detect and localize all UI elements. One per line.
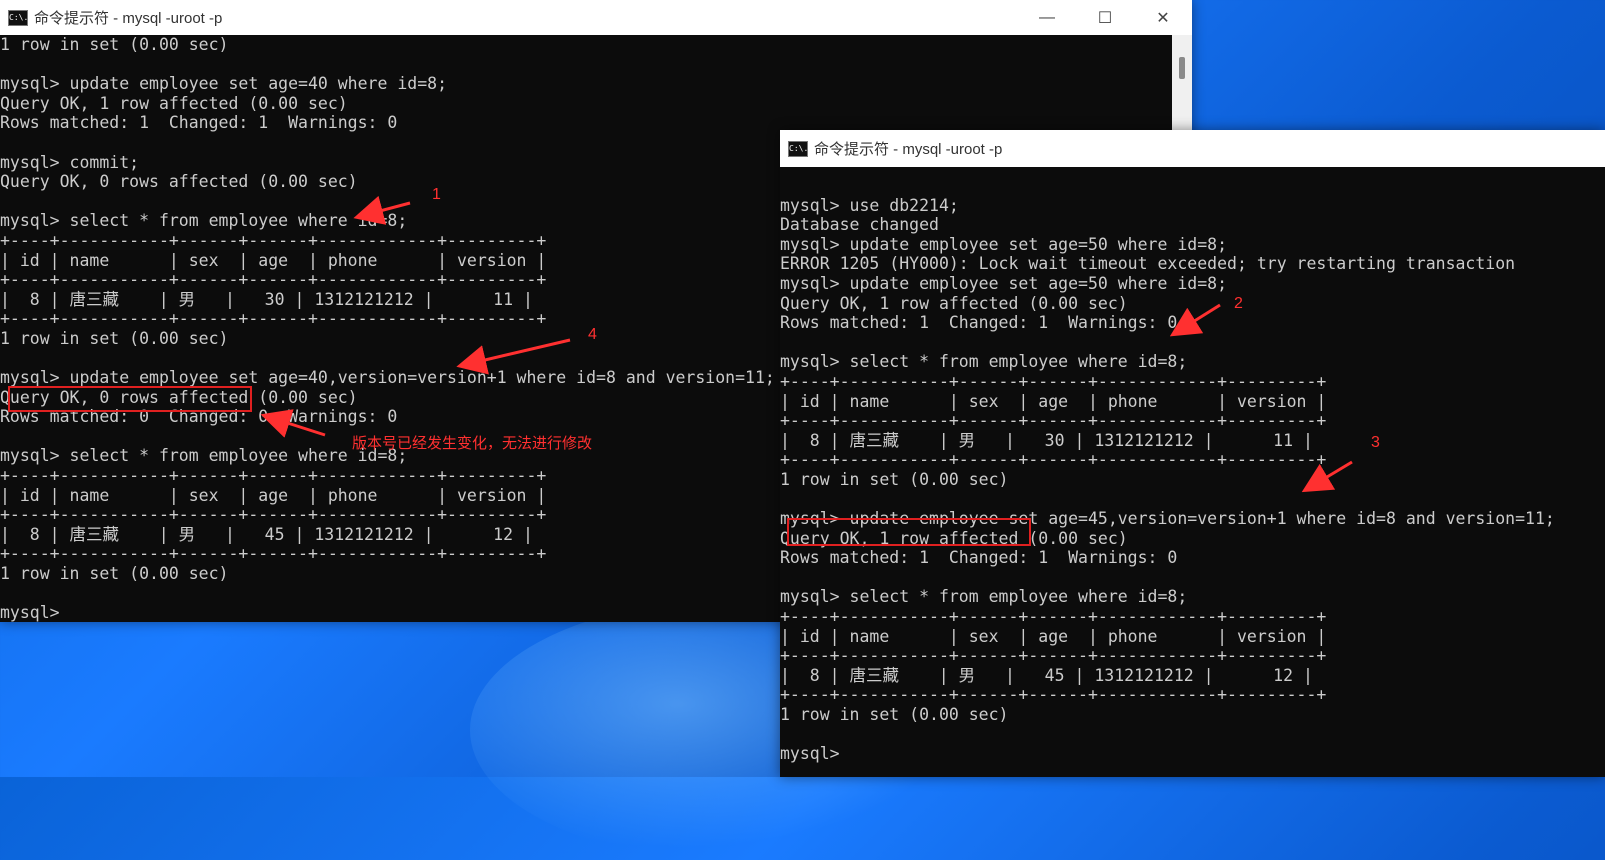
window-controls: — ☐ ✕ — [1018, 0, 1192, 35]
title-bar[interactable]: C:\. 命令提示符 - mysql -uroot -p — [780, 130, 1605, 167]
annotation-4: 4 — [588, 326, 597, 343]
close-button[interactable]: ✕ — [1134, 0, 1192, 35]
terminal-line: Rows matched: 1 Changed: 1 Warnings: 0 — [780, 548, 1178, 568]
terminal-line: 1 row in set (0.00 sec) — [0, 35, 229, 54]
annotation-1: 1 — [432, 186, 441, 203]
maximize-button[interactable]: ☐ — [1076, 0, 1134, 35]
terminal-line: mysql> update employee set age=50 where … — [780, 273, 1228, 293]
cmd-icon: C:\. — [8, 9, 28, 26]
terminal-line: +----+-----------+------+------+--------… — [780, 411, 1327, 431]
terminal-window-right: C:\. 命令提示符 - mysql -uroot -p mysql> use … — [780, 130, 1605, 777]
terminal-line: Query OK, 1 row affected (0.00 sec) — [780, 293, 1128, 313]
annotation-note: 版本号已经发生变化，无法进行修改 — [352, 435, 593, 452]
highlight-box-right — [787, 518, 1031, 546]
terminal-line: | id | name | sex | age | phone | versio… — [780, 626, 1327, 646]
terminal-line: mysql> use db2214; — [780, 195, 959, 215]
terminal-line: | 8 | 唐三藏 | 男 | 45 | 1312121212 | 12 | — [780, 665, 1313, 685]
terminal-line: mysql> select * from employee where id=8… — [780, 352, 1188, 372]
minimize-button[interactable]: — — [1018, 0, 1076, 35]
terminal-line: mysql> — [780, 744, 850, 764]
annotation-3: 3 — [1371, 434, 1380, 451]
terminal-line: | id | name | sex | age | phone | versio… — [780, 391, 1327, 411]
terminal-line: 1 row in set (0.00 sec) — [780, 705, 1009, 725]
terminal-line: +----+-----------+------+------+--------… — [780, 607, 1327, 627]
terminal-line: 1 row in set (0.00 sec) — [780, 469, 1009, 489]
window-title: 命令提示符 - mysql -uroot -p — [814, 141, 1003, 158]
terminal-line: mysql> update employee set age=50 where … — [780, 234, 1228, 254]
terminal-line: +----+-----------+------+------+--------… — [780, 371, 1327, 391]
terminal-line: ERROR 1205 (HY000): Lock wait timeout ex… — [780, 254, 1516, 274]
terminal-line: mysql> update employee set age=40 where … — [0, 74, 448, 94]
terminal-line: +----+-----------+------+------+--------… — [780, 450, 1327, 470]
terminal-output[interactable]: mysql> use db2214; Database changed mysql>… — [780, 176, 1605, 777]
window-title: 命令提示符 - mysql -uroot -p — [34, 10, 223, 27]
terminal-line: Rows matched: 1 Changed: 1 Warnings: 0 — [780, 313, 1178, 333]
highlight-box-left — [8, 386, 252, 412]
terminal-line: mysql> select * from employee where id=8… — [780, 587, 1188, 607]
scrollbar-thumb[interactable] — [1179, 57, 1185, 79]
terminal-line: Query OK, 1 row affected (0.00 sec) — [0, 93, 348, 113]
annotation-2: 2 — [1234, 295, 1243, 312]
title-bar[interactable]: C:\. 命令提示符 - mysql -uroot -p — ☐ ✕ — [0, 0, 1192, 35]
cmd-icon: C:\. — [788, 140, 808, 157]
terminal-line: Database changed — [780, 215, 939, 235]
terminal-line: +----+-----------+------+------+--------… — [780, 646, 1327, 666]
terminal-line: | 8 | 唐三藏 | 男 | 30 | 1312121212 | 11 | — [780, 430, 1313, 450]
terminal-line: +----+-----------+------+------+--------… — [780, 685, 1327, 705]
